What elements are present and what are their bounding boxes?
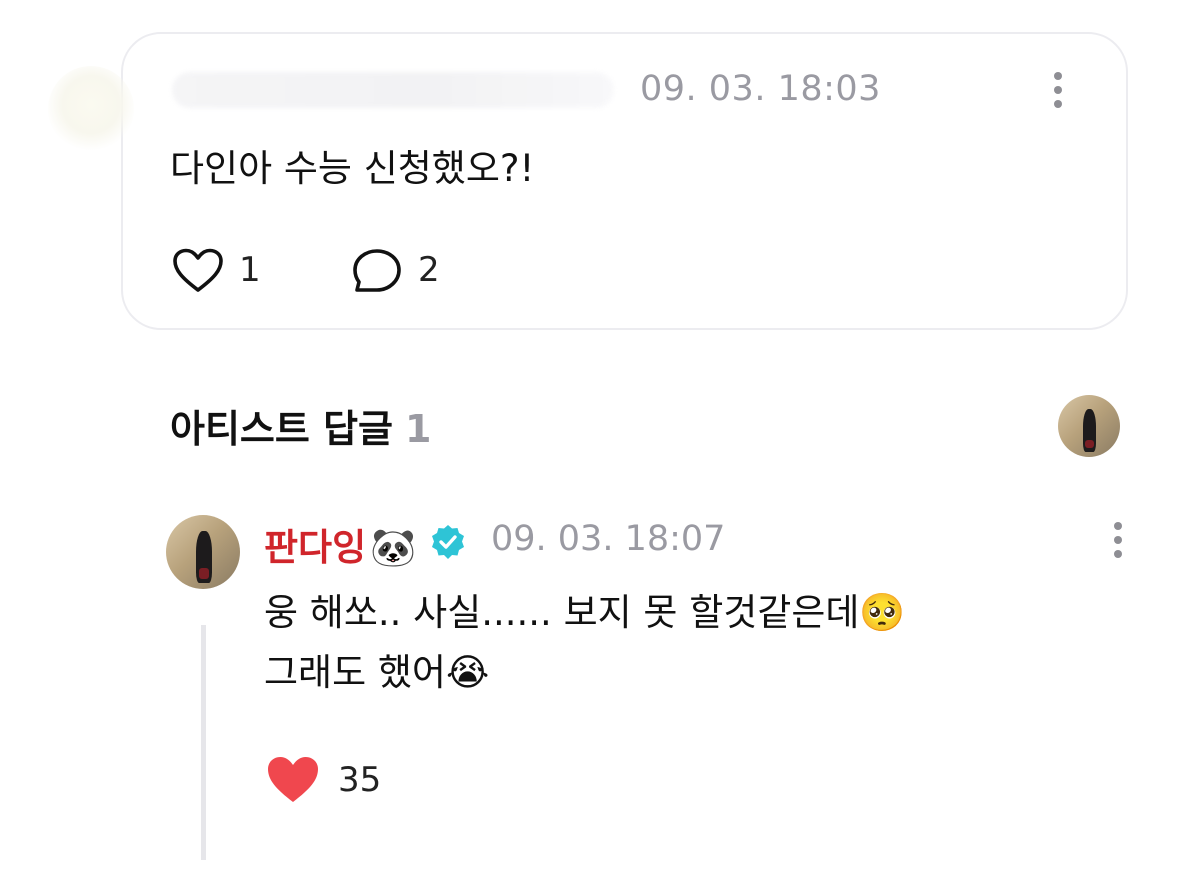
reply-thread-line xyxy=(201,625,206,860)
fan-name-blurred xyxy=(172,72,614,108)
heart-outline-icon[interactable] xyxy=(172,248,224,294)
post-text: 다인아 수능 신청했오?! xyxy=(170,147,535,190)
pleading-face-emoji: 🥺 xyxy=(859,591,906,634)
artist-replies-title: 아티스트 답글 xyxy=(170,407,393,451)
artist-avatar-small[interactable] xyxy=(1058,395,1120,457)
post-comment-count: 2 xyxy=(418,250,440,290)
heart-filled-icon[interactable] xyxy=(266,755,320,805)
artist-replies-heading: 아티스트 답글 1 xyxy=(170,398,431,453)
fan-avatar-blurred xyxy=(48,66,134,152)
comment-bubble-icon[interactable] xyxy=(352,248,402,294)
reply-text: 웅 해쏘.. 사실...... 보지 못 할것같은데🥺 그래도 했어😭 xyxy=(264,583,1024,703)
reply-more-vertical-icon[interactable] xyxy=(1114,522,1122,564)
reply-text-line2: 그래도 했어 xyxy=(264,651,446,694)
reply-timestamp: 09. 03. 18:07 xyxy=(491,519,726,559)
reply-text-line1: 웅 해쏘.. 사실...... 보지 못 할것같은데 xyxy=(264,591,860,634)
reply-author-avatar[interactable] xyxy=(166,515,240,589)
post-more-vertical-icon[interactable] xyxy=(1054,72,1062,114)
reply-like-count: 35 xyxy=(338,760,382,800)
post-timestamp: 09. 03. 18:03 xyxy=(640,69,881,109)
reply-author-name[interactable]: 판다잉 🐼 xyxy=(264,517,416,571)
artist-replies-count: 1 xyxy=(405,407,432,451)
panda-emoji: 🐼 xyxy=(370,526,417,569)
verified-badge-icon xyxy=(432,525,464,559)
crying-face-emoji: 😭 xyxy=(445,651,490,694)
post-like-count: 1 xyxy=(239,250,261,290)
